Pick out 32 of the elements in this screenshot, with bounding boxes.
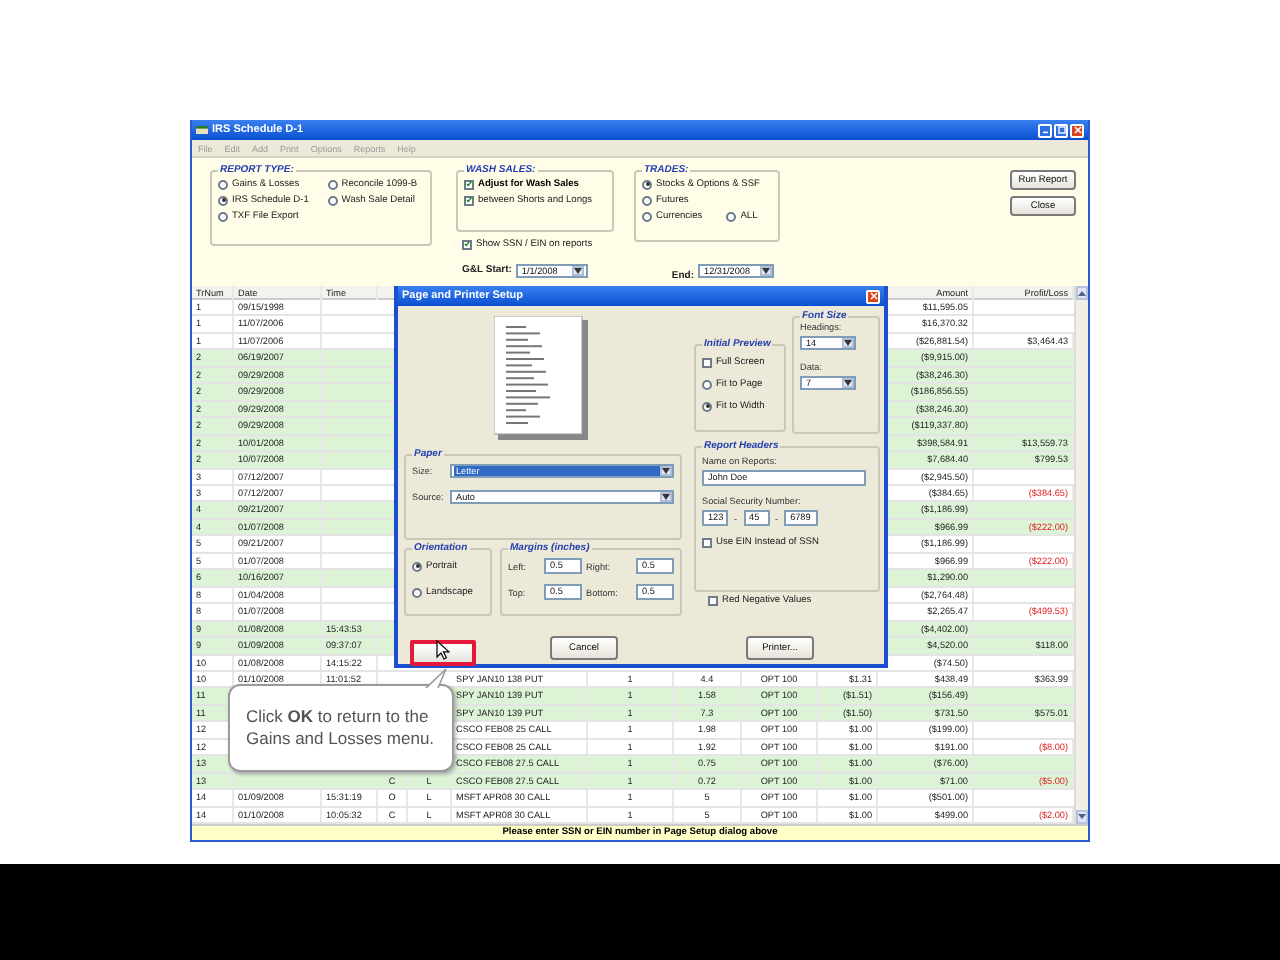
radio-button[interactable]	[218, 179, 228, 189]
checkbox[interactable]	[464, 195, 474, 205]
checkbox[interactable]	[702, 357, 712, 367]
close-icon[interactable]	[1070, 123, 1084, 137]
checkbox[interactable]	[462, 239, 472, 249]
radio-button[interactable]	[218, 211, 228, 221]
caret-icon	[843, 340, 851, 346]
checkbox[interactable]	[464, 179, 474, 189]
scroll-down-icon[interactable]	[1076, 810, 1088, 824]
minimize-icon[interactable]	[1038, 123, 1052, 137]
radio-button[interactable]	[726, 211, 737, 221]
radio-button[interactable]	[642, 211, 652, 221]
cursor-icon	[436, 639, 450, 659]
scroll-up-icon[interactable]	[1076, 286, 1088, 300]
checkbox[interactable]	[702, 537, 712, 547]
app-icon	[196, 124, 208, 136]
caret-icon	[761, 267, 770, 273]
radio-button[interactable]	[412, 561, 422, 571]
radio-button[interactable]	[702, 401, 712, 411]
radio-button[interactable]	[218, 195, 228, 205]
caret-icon	[574, 267, 583, 273]
checkbox[interactable]	[708, 595, 718, 605]
close-icon[interactable]	[866, 289, 880, 303]
radio-button[interactable]	[702, 379, 712, 389]
radio-button[interactable]	[412, 587, 422, 597]
radio-button[interactable]	[642, 179, 652, 189]
radio-button[interactable]	[327, 179, 338, 189]
radio-button[interactable]	[327, 195, 338, 205]
radio-button[interactable]	[642, 195, 652, 205]
page-preview-drawing	[494, 316, 588, 440]
ok-button[interactable]	[410, 639, 476, 665]
maximize-icon[interactable]	[1054, 123, 1068, 137]
